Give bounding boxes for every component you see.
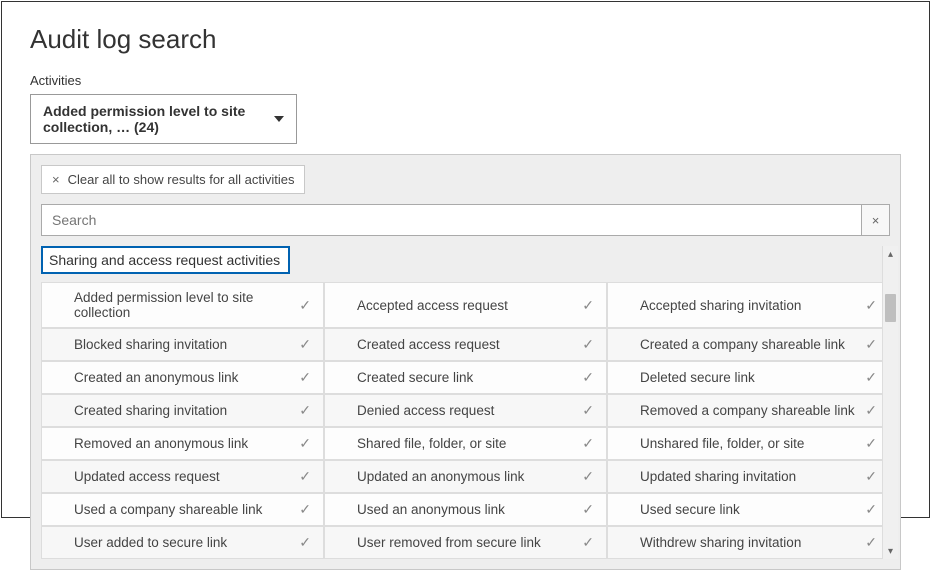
activities-selected-text: Added permission level to site collectio… [43,103,266,135]
clear-all-label: Clear all to show results for all activi… [68,172,295,187]
search-input[interactable] [41,204,862,236]
activity-item[interactable]: Withdrew sharing invitation ✓ [607,526,890,559]
activity-item-label: Created access request [357,337,500,352]
check-icon: ✓ [865,468,877,485]
activity-item[interactable]: Created access request ✓ [324,328,607,361]
activity-item-label: Created an anonymous link [74,370,238,385]
check-icon: ✓ [582,435,594,452]
check-icon: ✓ [865,336,877,353]
activities-list-scroll: Sharing and access request activities Ad… [41,246,890,559]
scroll-down-icon[interactable]: ▾ [883,543,898,559]
activity-item[interactable]: Created an anonymous link ✓ [41,361,324,394]
check-icon: ✓ [865,501,877,518]
page-title: Audit log search [30,24,901,55]
check-icon: ✓ [865,369,877,386]
activity-item-label: Created a company shareable link [640,337,845,352]
activity-item-label: Removed a company shareable link [640,403,855,418]
activity-item-label: Created sharing invitation [74,403,227,418]
activity-item-label: Blocked sharing invitation [74,337,227,352]
chevron-down-icon [274,116,284,122]
activity-item[interactable]: Created sharing invitation ✓ [41,394,324,427]
activity-item[interactable]: Created a company shareable link ✓ [607,328,890,361]
check-icon: ✓ [299,468,311,485]
activity-item-label: Used secure link [640,502,740,517]
activity-item[interactable]: Unshared file, folder, or site ✓ [607,427,890,460]
check-icon: ✓ [865,435,877,452]
activity-item[interactable]: Used secure link ✓ [607,493,890,526]
check-icon: ✓ [582,297,594,314]
check-icon: ✓ [865,402,877,419]
activity-item[interactable]: Removed an anonymous link ✓ [41,427,324,460]
activity-item-label: Unshared file, folder, or site [640,436,804,451]
scrollbar[interactable]: ▴ ▾ [882,246,898,559]
activity-item[interactable]: Updated an anonymous link ✓ [324,460,607,493]
check-icon: ✓ [582,534,594,551]
check-icon: ✓ [582,402,594,419]
activity-item-label: Removed an anonymous link [74,436,248,451]
activity-item[interactable]: Deleted secure link ✓ [607,361,890,394]
scroll-up-icon[interactable]: ▴ [883,246,898,262]
check-icon: ✓ [299,501,311,518]
check-icon: ✓ [299,402,311,419]
activity-item-label: Added permission level to site collectio… [74,290,289,320]
search-clear-button[interactable]: × [862,204,890,236]
clear-all-button[interactable]: × Clear all to show results for all acti… [41,165,305,194]
activities-panel: × Clear all to show results for all acti… [30,154,901,570]
activity-item[interactable]: Accepted sharing invitation ✓ [607,282,890,328]
activity-item-label: Updated an anonymous link [357,469,524,484]
check-icon: ✓ [299,336,311,353]
close-icon: × [52,173,60,186]
activity-item-label: Used a company shareable link [74,502,262,517]
check-icon: ✓ [865,297,877,314]
check-icon: ✓ [299,369,311,386]
activity-item-label: User added to secure link [74,535,227,550]
activity-item-label: Created secure link [357,370,473,385]
activity-item-label: Updated access request [74,469,220,484]
activity-item-label: Updated sharing invitation [640,469,796,484]
activity-item[interactable]: Accepted access request ✓ [324,282,607,328]
check-icon: ✓ [865,534,877,551]
scroll-thumb[interactable] [885,294,896,322]
activity-item[interactable]: Denied access request ✓ [324,394,607,427]
check-icon: ✓ [299,297,311,314]
check-icon: ✓ [582,501,594,518]
activity-item-label: Withdrew sharing invitation [640,535,801,550]
activity-item-label: Used an anonymous link [357,502,505,517]
activities-dropdown[interactable]: Added permission level to site collectio… [30,94,297,144]
activity-item-label: Accepted sharing invitation [640,298,801,313]
check-icon: ✓ [582,468,594,485]
activity-item[interactable]: Created secure link ✓ [324,361,607,394]
check-icon: ✓ [582,369,594,386]
check-icon: ✓ [299,534,311,551]
activity-item[interactable]: Removed a company shareable link ✓ [607,394,890,427]
check-icon: ✓ [299,435,311,452]
activities-label: Activities [30,73,901,88]
activity-item[interactable]: Shared file, folder, or site ✓ [324,427,607,460]
activity-item-label: Shared file, folder, or site [357,436,506,451]
activity-item-label: Deleted secure link [640,370,755,385]
activity-item[interactable]: Used an anonymous link ✓ [324,493,607,526]
activity-item-label: User removed from secure link [357,535,541,550]
activity-item-label: Denied access request [357,403,494,418]
activity-item[interactable]: User added to secure link ✓ [41,526,324,559]
activity-item[interactable]: Used a company shareable link ✓ [41,493,324,526]
activities-grid: Added permission level to site collectio… [41,282,890,559]
activity-item-label: Accepted access request [357,298,508,313]
activity-item[interactable]: Blocked sharing invitation ✓ [41,328,324,361]
category-header[interactable]: Sharing and access request activities [41,246,290,274]
activity-item[interactable]: Updated sharing invitation ✓ [607,460,890,493]
activity-item[interactable]: User removed from secure link ✓ [324,526,607,559]
close-icon: × [872,213,880,228]
check-icon: ✓ [582,336,594,353]
activity-item[interactable]: Updated access request ✓ [41,460,324,493]
activity-item[interactable]: Added permission level to site collectio… [41,282,324,328]
